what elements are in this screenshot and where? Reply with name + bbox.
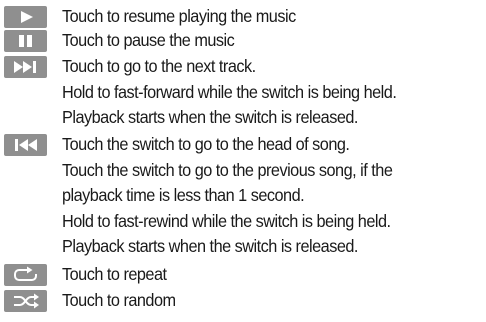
legend-text: Hold to fast-forward while the switch is… bbox=[62, 82, 397, 102]
legend-text: Touch the switch to go to the head of so… bbox=[62, 134, 350, 154]
skip-previous-icon bbox=[4, 134, 47, 156]
legend-text: Hold to fast-rewind while the switch is … bbox=[62, 211, 391, 231]
legend-text: Touch to go to the next track. bbox=[62, 56, 256, 76]
legend-text: Playback starts when the switch is relea… bbox=[62, 236, 358, 256]
legend-text: playback time is less than 1 second. bbox=[62, 185, 305, 205]
legend-text: Touch the switch to go to the previous s… bbox=[62, 160, 393, 180]
play-icon bbox=[4, 6, 47, 28]
media-controls-legend: Touch to resume playing the music Touch … bbox=[0, 0, 486, 322]
legend-text: Touch to resume playing the music bbox=[62, 6, 296, 26]
pause-icon bbox=[4, 30, 47, 52]
repeat-icon bbox=[4, 264, 47, 286]
legend-text: Touch to random bbox=[62, 290, 176, 310]
legend-text: Touch to pause the music bbox=[62, 30, 235, 50]
skip-next-icon bbox=[4, 56, 47, 78]
shuffle-icon bbox=[4, 290, 47, 312]
legend-text: Touch to repeat bbox=[62, 264, 167, 284]
legend-text: Playback starts when the switch is relea… bbox=[62, 107, 358, 127]
